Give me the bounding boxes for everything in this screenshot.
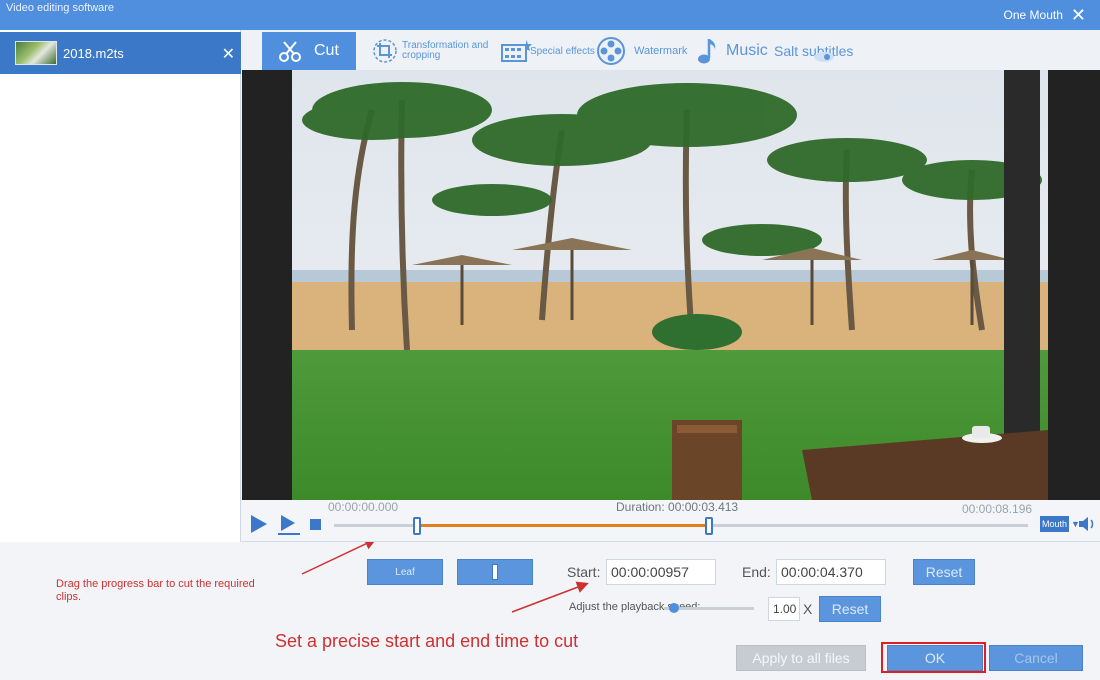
subtitles-icon — [813, 49, 835, 63]
tab-watermark-label: Watermark — [634, 45, 688, 57]
reset-time-label: Reset — [925, 564, 963, 580]
reset-speed-button[interactable]: Reset — [819, 596, 881, 622]
volume-control[interactable]: Mouth ▼ — [1040, 516, 1080, 532]
music-note-icon — [694, 36, 718, 66]
video-thumbnail-icon — [15, 41, 57, 65]
timeline-track[interactable] — [334, 517, 1028, 535]
play-selection-icon[interactable] — [277, 514, 301, 541]
video-preview — [242, 70, 1100, 500]
tab-special-effects[interactable]: Special effects — [500, 32, 600, 70]
volume-label: Mouth — [1040, 516, 1070, 532]
cut-segment-button[interactable]: Leaf — [367, 559, 443, 585]
timeline-selection — [417, 524, 709, 527]
cancel-label: Cancel — [1014, 650, 1058, 666]
tab-cut-label: Cut — [314, 42, 339, 59]
precise-hint-text: Set a precise start and end time to cut — [275, 631, 579, 651]
remove-file-icon[interactable]: ✕ — [222, 44, 235, 64]
tab-watermark[interactable]: Watermark — [596, 32, 692, 70]
video-frame[interactable] — [292, 70, 1048, 500]
tab-transform[interactable]: Transformation and cropping — [372, 32, 498, 70]
start-time-field[interactable]: 00:00:00957 — [606, 559, 716, 585]
file-list-sidebar: 2018.m2ts ✕ — [0, 30, 241, 542]
playback-speed-slider[interactable] — [664, 603, 754, 613]
duration-label: Duration: 00:00:03.413 — [616, 500, 739, 514]
file-list-item[interactable]: 2018.m2ts ✕ — [0, 32, 241, 74]
start-trim-handle[interactable] — [413, 517, 422, 535]
edit-tabs-toolbar: Cut Transformation and cropping Special … — [242, 30, 1100, 70]
playback-speed-knob[interactable] — [668, 603, 679, 613]
apply-to-all-button[interactable]: Apply to all files — [736, 645, 866, 671]
tab-special-effects-label: Special effects — [530, 45, 595, 57]
cut-settings-panel: Drag the progress bar to cut the require… — [0, 542, 1100, 680]
tab-transform-label: Transformation and cropping — [402, 40, 489, 61]
end-time-field[interactable]: 00:00:04.370 — [776, 559, 886, 585]
speaker-icon[interactable] — [1078, 516, 1096, 537]
start-label: Start: — [567, 564, 601, 580]
tab-cut[interactable]: Cut — [262, 32, 356, 70]
crop-icon — [372, 38, 398, 64]
end-trim-handle[interactable] — [704, 517, 713, 535]
reset-time-button[interactable]: Reset — [913, 559, 975, 585]
window-close-icon[interactable]: ✕ — [1071, 6, 1086, 24]
beach-scene-image — [292, 70, 1048, 500]
ok-button[interactable]: OK — [887, 645, 983, 671]
speed-unit: X — [803, 601, 813, 617]
current-time: 00:00:00.000 — [328, 500, 399, 514]
file-name: 2018.m2ts — [63, 45, 124, 61]
profile-label[interactable]: One Mouth — [1004, 8, 1063, 22]
speed-value-field[interactable]: 1.00 — [768, 597, 800, 621]
tab-subtitles[interactable]: Salt subtitles — [774, 32, 864, 70]
apply-to-all-label: Apply to all files — [752, 650, 850, 666]
drag-hint-text: Drag the progress bar to cut the require… — [56, 578, 255, 603]
end-label: End: — [742, 564, 771, 580]
total-time: 00:00:08.196 — [962, 502, 1033, 516]
reset-speed-label: Reset — [831, 601, 869, 617]
play-icon[interactable] — [250, 514, 268, 539]
cut-segment-label: Leaf — [395, 566, 415, 578]
split-marker-icon — [492, 564, 498, 580]
title-bar: Video editing software One Mouth ✕ — [0, 0, 1100, 30]
split-marker-button[interactable] — [457, 559, 533, 585]
watermark-reel-icon — [596, 36, 626, 66]
cancel-button[interactable]: Cancel — [989, 645, 1083, 671]
tab-music-label: Music — [726, 42, 768, 59]
titlebar-right: One Mouth ✕ — [1004, 6, 1086, 24]
tab-music[interactable]: Music — [694, 32, 776, 70]
stop-icon[interactable] — [310, 519, 321, 530]
scissors-icon — [276, 37, 304, 65]
ok-label: OK — [924, 650, 946, 666]
film-effects-icon — [500, 38, 532, 64]
app-title: Video editing software — [6, 2, 115, 14]
player-controls: 00:00:00.000 Duration: 00:00:03.413 00:0… — [242, 500, 1100, 542]
